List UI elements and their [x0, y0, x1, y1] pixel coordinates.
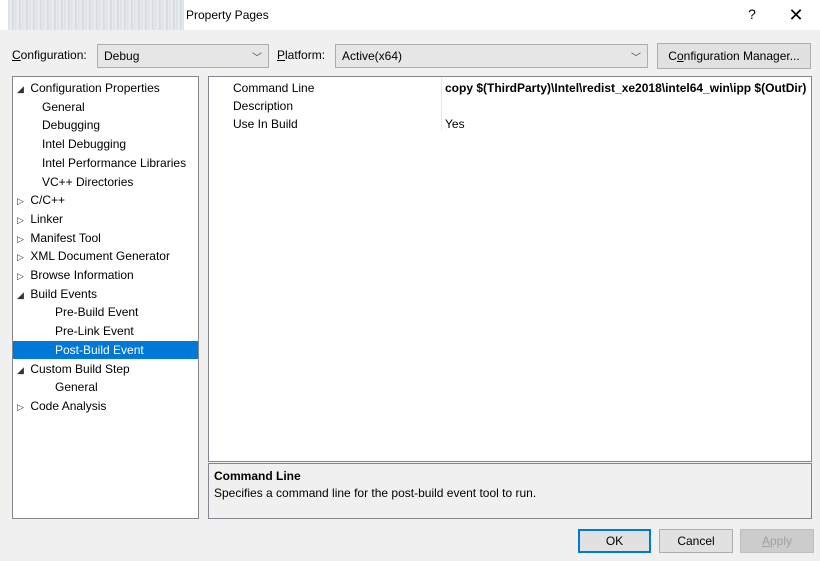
ok-button[interactable]: OK [578, 529, 651, 553]
tree-item[interactable]: ▷ Code Analysis [13, 397, 198, 415]
expanded-arrow-icon[interactable]: ◢ [17, 286, 27, 304]
property-name: Command Line [233, 81, 315, 95]
tree-item-label: VC++ Directories [42, 174, 134, 189]
chevron-down-icon: ﹀ [631, 53, 641, 64]
help-button[interactable]: ? [745, 6, 759, 22]
tree-item-label: Build Events [30, 286, 98, 301]
tree-item-label: Manifest Tool [30, 230, 101, 245]
configuration-value: Debug [104, 49, 140, 63]
apply-button[interactable]: Apply [740, 529, 814, 553]
property-grid[interactable]: Command Line copy $(ThirdParty)\Intel\red… [208, 76, 812, 462]
tree-item[interactable]: General [13, 378, 198, 396]
window-thumbnail [8, 0, 184, 30]
platform-label: Platform: [277, 48, 326, 62]
tree-item-label: Intel Debugging [42, 137, 127, 152]
configuration-manager-button[interactable]: Co nfiguration Manager... [657, 43, 811, 69]
property-tree[interactable]: ◢ Configuration Properties General Debuggi… [12, 76, 199, 519]
property-value[interactable]: Yes [445, 115, 465, 133]
tree-item[interactable]: Pre-Link Event [13, 322, 198, 340]
property-row[interactable]: Command Line copy $(ThirdParty)\Intel\red… [209, 79, 811, 97]
property-value[interactable]: copy $(ThirdParty)\Intel\redist_xe2018\i… [445, 79, 806, 97]
platform-value: Active(x64) [342, 49, 403, 63]
title-bar: Property Pages ? ✕ [0, 0, 820, 30]
tree-item[interactable]: General [13, 98, 198, 116]
collapsed-arrow-icon[interactable]: ▷ [17, 192, 27, 210]
description-text: Specifies a command line for the post-bu… [214, 486, 537, 500]
property-name: Description [233, 99, 294, 113]
description-title: Command Line [214, 469, 301, 483]
chevron-down-icon: ﹀ [252, 53, 262, 64]
tree-item[interactable]: VC++ Directories [13, 173, 198, 191]
property-row[interactable]: Use In Build Yes [209, 115, 811, 133]
tree-item-label: Intel Performance Libraries [42, 155, 187, 170]
tree-item[interactable]: ◢ Build Events [13, 285, 198, 303]
tree-item[interactable]: Intel Performance Libraries [13, 154, 198, 172]
tree-item-label: General [55, 380, 98, 395]
tree-item[interactable]: Pre-Build Event [13, 303, 198, 321]
tree-item-label: Custom Build Step [30, 361, 130, 376]
tree-item[interactable]: ◢ Custom Build Step [13, 360, 198, 378]
tree-item-label: Code Analysis [30, 398, 107, 413]
tree-item-label: XML Document Generator [30, 249, 170, 264]
property-row[interactable]: Description [209, 97, 811, 115]
tree-item-label: Debugging [42, 118, 101, 133]
tree-item-label: Pre-Build Event [55, 305, 139, 320]
tree-item[interactable]: Post-Build Event [13, 340, 198, 359]
tree-item-label: Browse Information [30, 268, 134, 282]
tree-item-label: Configuration Properties [30, 81, 160, 95]
window-title: Property Pages [186, 8, 269, 22]
configuration-label: Configuration: [12, 48, 87, 62]
collapsed-arrow-icon[interactable]: ▷ [17, 267, 27, 285]
configuration-dropdown[interactable]: Debug ﹀ [97, 44, 269, 68]
tree-item[interactable]: ▷ C/C++ [13, 191, 198, 209]
tree-item-label: Linker [30, 211, 64, 226]
collapsed-arrow-icon[interactable]: ▷ [17, 230, 27, 248]
property-name: Use In Build [233, 117, 298, 131]
collapsed-arrow-icon[interactable]: ▷ [17, 398, 27, 416]
collapsed-arrow-icon[interactable]: ▷ [17, 248, 27, 266]
tree-item[interactable]: Intel Debugging [13, 135, 198, 153]
tree-item[interactable]: Debugging [13, 116, 198, 134]
cancel-button[interactable]: Cancel [659, 529, 733, 553]
tree-item[interactable]: ▷ Manifest Tool [13, 229, 198, 247]
collapsed-arrow-icon[interactable]: ▷ [17, 211, 27, 229]
description-panel: Command Line Specifies a command line fo… [208, 463, 812, 519]
close-button[interactable]: ✕ [778, 0, 814, 30]
tree-item[interactable]: ▷ XML Document Generator [13, 247, 198, 265]
expanded-arrow-icon[interactable]: ◢ [17, 80, 27, 98]
tree-item[interactable]: ▷ Linker [13, 210, 198, 228]
expanded-arrow-icon[interactable]: ◢ [17, 361, 27, 379]
tree-item-label: General [42, 99, 85, 114]
platform-dropdown[interactable]: Active(x64) ﹀ [335, 44, 648, 68]
tree-item-label: Post-Build Event [55, 342, 144, 357]
tree-item-label: Pre-Link Event [55, 324, 134, 339]
tree-item-label: C/C++ [30, 193, 66, 208]
tree-item[interactable]: ◢ Configuration Properties [13, 79, 198, 97]
tree-item[interactable]: ▷ Browse Information [13, 266, 198, 284]
